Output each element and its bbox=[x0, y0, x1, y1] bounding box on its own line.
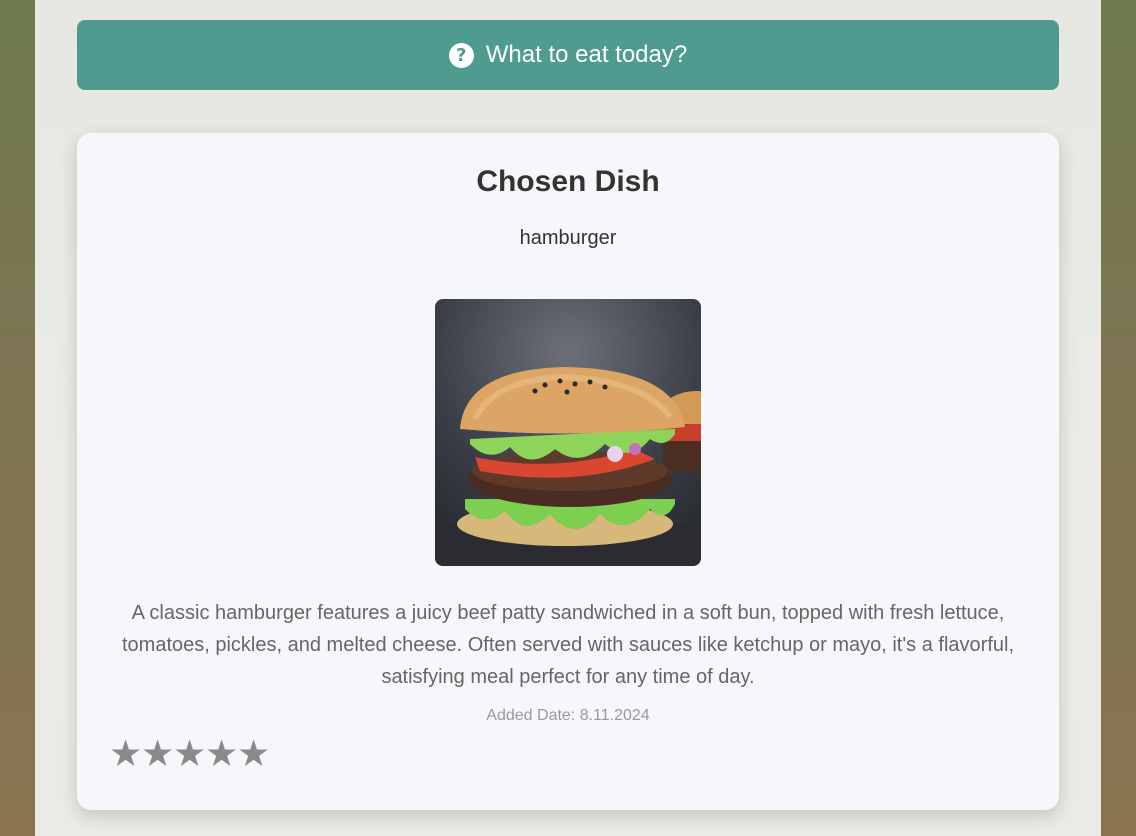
star-icon[interactable]: ★ bbox=[205, 733, 238, 775]
star-icon[interactable]: ★ bbox=[109, 733, 142, 775]
chosen-dish-card: Chosen Dish hamburger A classic hamburge… bbox=[77, 133, 1059, 810]
dish-name: hamburger bbox=[519, 227, 617, 249]
what-to-eat-button[interactable]: ? What to eat today? bbox=[77, 20, 1059, 90]
dish-image bbox=[435, 299, 701, 566]
question-circle-icon: ? bbox=[448, 42, 474, 68]
star-icon[interactable]: ★ bbox=[173, 733, 206, 775]
page-panel: ? What to eat today? Chosen Dish hamburg… bbox=[35, 0, 1101, 836]
star-rating[interactable]: ★ ★ ★ ★ ★ bbox=[109, 733, 270, 775]
star-icon[interactable]: ★ bbox=[237, 733, 270, 775]
added-date: Added Date: 8.11.2024 bbox=[486, 707, 650, 724]
star-icon[interactable]: ★ bbox=[141, 733, 174, 775]
dish-description: A classic hamburger features a juicy bee… bbox=[121, 602, 1015, 688]
card-title: Chosen Dish bbox=[476, 165, 660, 198]
hamburger-illustration bbox=[435, 367, 701, 566]
what-to-eat-label: What to eat today? bbox=[485, 41, 688, 68]
